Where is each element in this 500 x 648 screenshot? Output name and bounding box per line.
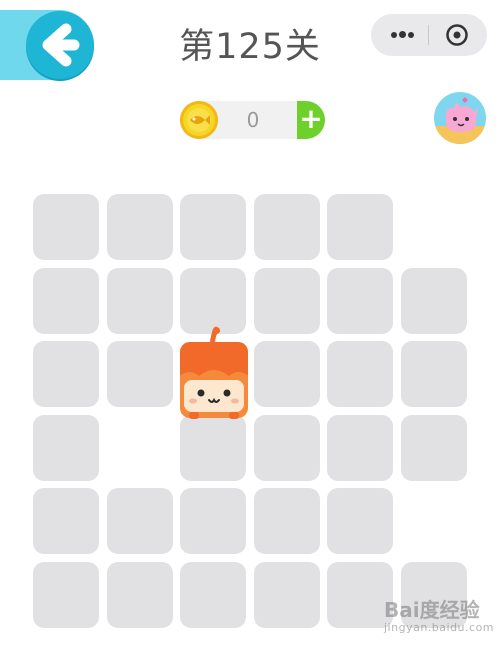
board-tile[interactable]: [106, 341, 173, 407]
board-tile[interactable]: [253, 194, 320, 260]
board-tile[interactable]: [327, 488, 393, 554]
board-tile[interactable]: [400, 267, 467, 334]
board-tile[interactable]: [253, 341, 320, 407]
board-tile[interactable]: [106, 561, 173, 628]
board-tile[interactable]: [106, 267, 173, 334]
board-tile[interactable]: [327, 267, 393, 334]
back-button[interactable]: [26, 11, 94, 79]
add-coins-button[interactable]: +: [297, 101, 325, 139]
orange-cat-icon[interactable]: [179, 320, 249, 420]
board-tile[interactable]: [33, 414, 99, 481]
more-dots-icon[interactable]: [381, 14, 423, 56]
board-tile[interactable]: [180, 561, 246, 628]
board-tile[interactable]: [253, 414, 320, 481]
board-tile[interactable]: [180, 194, 246, 260]
board-tile[interactable]: [327, 194, 393, 260]
board-tile[interactable]: [106, 194, 173, 260]
baidu-jingyan-watermark: Bai度经验 jingyan.baidu.com: [380, 592, 495, 638]
arrow-left-icon: [42, 23, 80, 67]
board-tile[interactable]: [253, 488, 320, 554]
mini-program-capsule: [371, 14, 487, 56]
board-tile[interactable]: [33, 267, 99, 334]
board-tile[interactable]: [400, 341, 467, 407]
capsule-divider: [428, 25, 429, 45]
target-circle-icon[interactable]: [445, 23, 469, 47]
watermark-url: jingyan.baidu.com: [384, 621, 495, 634]
board-tile[interactable]: [400, 414, 467, 481]
board-tile[interactable]: [180, 488, 246, 554]
board-tile[interactable]: [327, 414, 393, 481]
board-tile[interactable]: [33, 194, 99, 260]
board-tile[interactable]: [253, 561, 320, 628]
fish-coin-icon: [180, 101, 218, 139]
board-tile[interactable]: [33, 561, 99, 628]
coin-count: 0: [246, 108, 260, 132]
board-tile[interactable]: [33, 341, 99, 407]
level-title: 第125关: [179, 27, 321, 67]
pink-cat-avatar-icon[interactable]: [434, 92, 486, 144]
board-tile[interactable]: [33, 488, 99, 554]
board-tile[interactable]: [180, 414, 246, 481]
board-tile[interactable]: [253, 267, 320, 334]
board-tile[interactable]: [327, 341, 393, 407]
coin-bar: 0 +: [180, 101, 325, 139]
board-tile[interactable]: [106, 488, 173, 554]
watermark-logo: Bai度经验: [384, 598, 480, 622]
